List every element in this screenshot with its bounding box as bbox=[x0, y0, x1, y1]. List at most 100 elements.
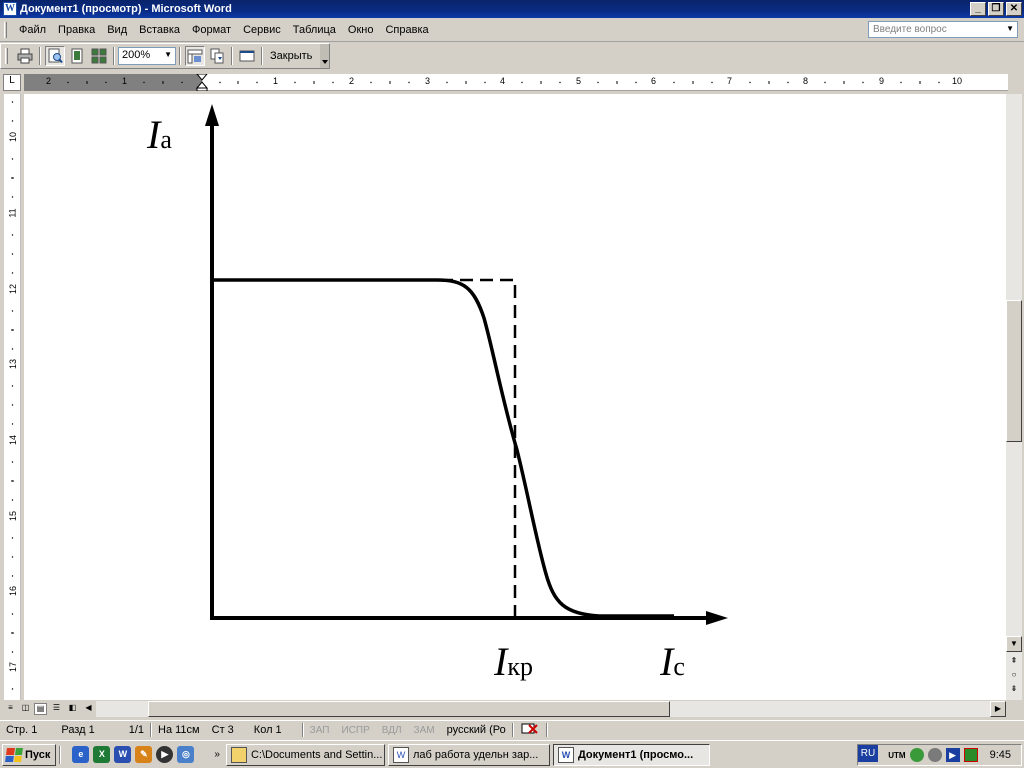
characteristic-curve bbox=[214, 278, 674, 618]
multiple-pages-icon bbox=[91, 48, 107, 64]
close-window-button[interactable]: ✕ bbox=[1006, 2, 1022, 16]
clock[interactable]: 9:45 bbox=[990, 749, 1011, 761]
print-preview-toolbar: 200% ▼ Закрыть bbox=[0, 43, 330, 69]
normal-view-icon[interactable]: ≡ bbox=[4, 703, 17, 715]
ruler-label: 12 bbox=[8, 283, 19, 295]
status-record-macro[interactable]: ЗАП bbox=[304, 725, 336, 736]
document-page[interactable]: Iа Iс Iкр bbox=[24, 94, 1006, 700]
ruler-label: 10 bbox=[8, 131, 19, 143]
scroll-left-button[interactable]: ◀ bbox=[82, 703, 95, 715]
vertical-scroll-thumb[interactable] bbox=[1006, 300, 1022, 442]
tool-icon[interactable]: ✎ bbox=[135, 746, 153, 763]
ruler-label: 1 bbox=[122, 76, 128, 86]
menu-edit[interactable]: Правка bbox=[52, 24, 101, 36]
minimize-button[interactable]: _ bbox=[970, 2, 986, 16]
ruler-label: 2 bbox=[349, 76, 355, 86]
tab-selector[interactable]: L bbox=[3, 74, 21, 91]
task-label: C:\Documents and Settin... bbox=[250, 748, 383, 761]
x-axis bbox=[210, 611, 728, 625]
toolbar-grip[interactable] bbox=[5, 48, 8, 64]
full-screen-button[interactable] bbox=[237, 46, 257, 66]
menu-format[interactable]: Формат bbox=[186, 24, 237, 36]
restore-button[interactable]: ❐ bbox=[988, 2, 1004, 16]
taskbar-item-explorer[interactable]: C:\Documents and Settin... bbox=[225, 743, 385, 766]
ruler-label: 7 bbox=[727, 76, 733, 86]
toolbar-options-button[interactable] bbox=[320, 44, 329, 68]
reading-view-icon[interactable]: ◧ bbox=[66, 703, 79, 715]
zoom-select[interactable]: 200% ▼ bbox=[118, 47, 176, 65]
close-preview-button[interactable]: Закрыть bbox=[266, 50, 316, 62]
magnifier-button[interactable] bbox=[45, 46, 65, 66]
print-layout-view-icon[interactable]: ▤ bbox=[34, 703, 47, 715]
vertical-scrollbar[interactable]: ▼ ⇞ ○ ⇟ bbox=[1006, 94, 1022, 700]
chevron-down-icon[interactable]: ▼ bbox=[164, 50, 172, 59]
antivirus-icon[interactable] bbox=[909, 748, 924, 762]
horizontal-scrollbar[interactable] bbox=[96, 701, 1006, 717]
ask-question-input[interactable]: Введите вопрос ▼ bbox=[868, 21, 1018, 38]
status-line: Ст 3 bbox=[211, 724, 234, 736]
menu-help[interactable]: Справка bbox=[379, 24, 434, 36]
full-screen-icon bbox=[239, 50, 255, 62]
menu-table[interactable]: Таблица bbox=[287, 24, 342, 36]
taskbar-item-lab-work[interactable]: W лаб работа удельн зар... bbox=[387, 743, 550, 766]
y-label-subscript: а bbox=[160, 125, 172, 154]
view-ruler-button[interactable] bbox=[185, 46, 205, 66]
language-indicator[interactable]: RU bbox=[858, 745, 878, 762]
word-app-icon[interactable]: W bbox=[3, 2, 17, 16]
ruler-label: 2 bbox=[46, 76, 52, 86]
status-overtype[interactable]: ЗАМ bbox=[408, 725, 441, 736]
ruler-label: 11 bbox=[7, 208, 18, 218]
vertical-ruler[interactable]: 10 11 12 13 14 15 16 17 bbox=[4, 94, 21, 700]
excel-icon[interactable]: X bbox=[93, 746, 111, 763]
zoom-value: 200% bbox=[122, 49, 151, 61]
scroll-down-button[interactable]: ▼ bbox=[1006, 636, 1022, 652]
ruler-label: 13 bbox=[8, 358, 19, 370]
chevron-down-icon[interactable]: ▼ bbox=[1006, 24, 1014, 33]
status-track-changes[interactable]: ИСПР bbox=[335, 725, 375, 736]
indent-markers[interactable] bbox=[195, 74, 209, 91]
multiple-pages-button[interactable] bbox=[89, 46, 109, 66]
menu-window[interactable]: Окно bbox=[342, 24, 380, 36]
network-status-icon[interactable] bbox=[963, 748, 978, 762]
crit-label-symbol: I bbox=[494, 639, 508, 684]
spelling-check-icon[interactable] bbox=[514, 722, 546, 739]
next-page-icon[interactable]: ⇟ bbox=[1006, 682, 1022, 698]
task-label: Документ1 (просмо... bbox=[577, 748, 694, 761]
magnifier-page-icon bbox=[48, 48, 63, 64]
outline-view-icon[interactable]: ☰ bbox=[50, 703, 63, 715]
horizontal-ruler[interactable]: 2 1 1 2 3 4 5 6 7 8 9 10 bbox=[24, 74, 1008, 91]
shrink-to-fit-button[interactable] bbox=[207, 46, 227, 66]
menu-grip[interactable] bbox=[4, 21, 7, 38]
more-quick-launch-icon[interactable]: » bbox=[214, 749, 220, 760]
taskbar-item-document1[interactable]: W Документ1 (просмо... bbox=[552, 743, 710, 766]
media-tray-icon[interactable]: ▶ bbox=[945, 748, 960, 762]
word-icon[interactable]: W bbox=[114, 746, 132, 763]
status-extend[interactable]: ВДЛ bbox=[376, 725, 408, 736]
web-view-icon[interactable]: ◫ bbox=[19, 703, 32, 715]
utm-icon[interactable]: UTM bbox=[888, 751, 905, 760]
shrink-pages-icon bbox=[210, 48, 224, 64]
word-doc-icon: W bbox=[392, 746, 409, 763]
network-icon[interactable]: ◎ bbox=[177, 746, 195, 763]
one-page-button[interactable] bbox=[67, 46, 87, 66]
menu-file[interactable]: Файл bbox=[13, 24, 52, 36]
printer-icon bbox=[17, 48, 33, 64]
status-language[interactable]: русский (Ро bbox=[441, 724, 512, 736]
internet-explorer-icon[interactable]: e bbox=[72, 746, 90, 763]
quick-launch: e X W ✎ ▶ ◎ bbox=[72, 746, 195, 763]
title-bar: W Документ1 (просмотр) - Microsoft Word … bbox=[0, 0, 1024, 18]
start-label: Пуск bbox=[25, 748, 51, 761]
ruler-label: 6 bbox=[651, 76, 657, 86]
menu-view[interactable]: Вид bbox=[101, 24, 133, 36]
task-label: лаб работа удельн зар... bbox=[412, 748, 539, 761]
y-label-symbol: I bbox=[147, 112, 161, 157]
horizontal-scroll-thumb[interactable] bbox=[148, 701, 670, 717]
ruler-label: 10 bbox=[952, 76, 963, 86]
disk-icon[interactable] bbox=[927, 748, 942, 762]
scroll-right-button[interactable]: ▶ bbox=[990, 701, 1006, 717]
print-button[interactable] bbox=[15, 46, 35, 66]
start-button[interactable]: Пуск bbox=[2, 743, 57, 766]
menu-insert[interactable]: Вставка bbox=[133, 24, 186, 36]
media-player-icon[interactable]: ▶ bbox=[156, 746, 174, 763]
menu-tools[interactable]: Сервис bbox=[237, 24, 287, 36]
